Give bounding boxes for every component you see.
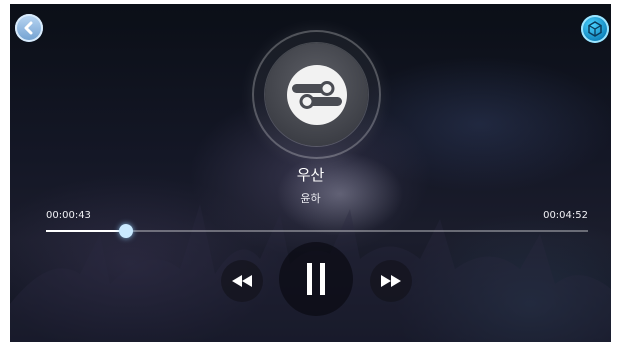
progress-fill [46, 230, 126, 232]
fast-forward-icon [381, 275, 401, 287]
rewind-icon [232, 275, 252, 287]
chevron-left-icon [24, 21, 33, 35]
back-button[interactable] [15, 14, 43, 42]
current-time: 00:00:43 [46, 210, 91, 221]
pause-button[interactable] [279, 242, 353, 316]
song-title: 우산 [296, 166, 325, 184]
cube-icon [588, 21, 602, 37]
fast-forward-button[interactable] [370, 260, 412, 302]
progress-knob[interactable] [118, 224, 133, 238]
player-screen: 우산 윤하 00:00:43 00:04:52 [10, 4, 611, 342]
cube-button[interactable] [581, 15, 609, 43]
link-logo-icon [286, 64, 347, 125]
song-artist: 윤하 [300, 192, 321, 205]
pause-icon [307, 263, 325, 295]
rewind-button[interactable] [221, 260, 263, 302]
total-time: 00:04:52 [543, 210, 588, 221]
album-disc [265, 43, 368, 146]
progress-slider[interactable] [46, 224, 588, 238]
